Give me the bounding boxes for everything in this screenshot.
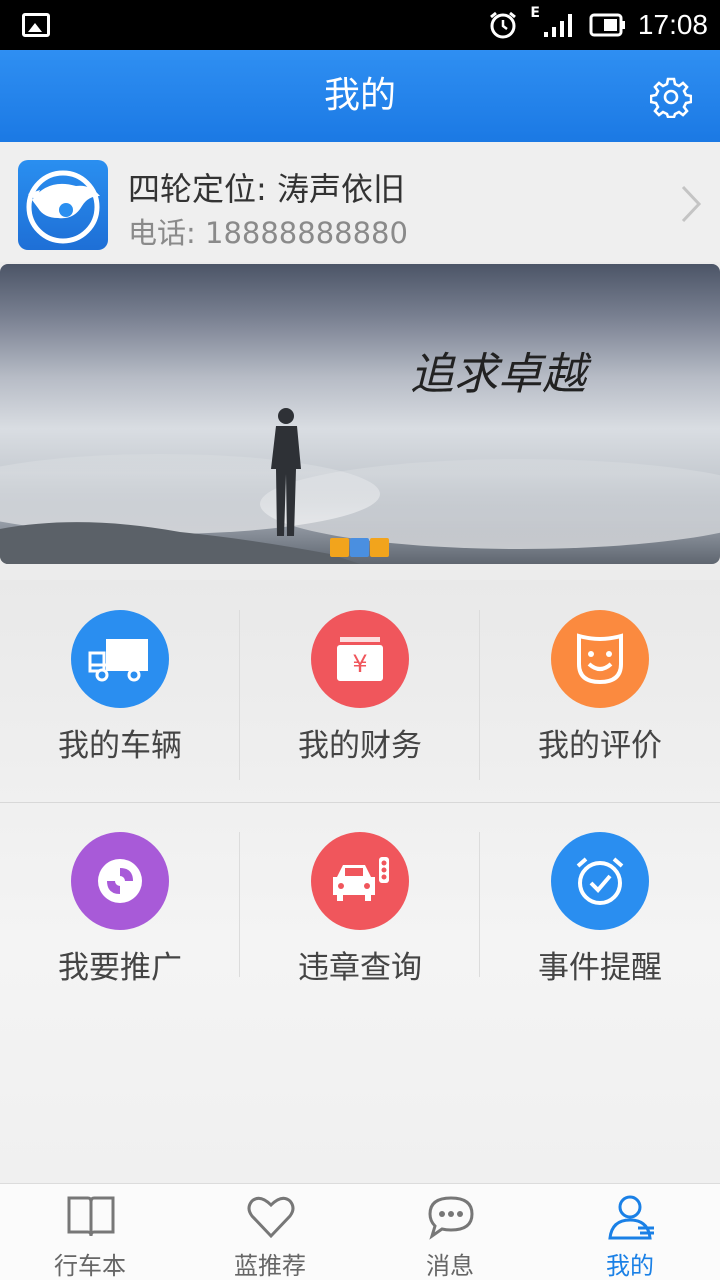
clock: 17:08 <box>637 9 708 40</box>
tab-messages[interactable]: 消息 <box>360 1184 540 1280</box>
page-title: 我的 <box>323 75 396 116</box>
menu-label: 我的财务 <box>298 728 422 764</box>
menu-promote[interactable]: 我要推广 <box>0 802 240 1024</box>
tab-label: 消息 <box>426 1252 474 1280</box>
tab-mine[interactable]: 我的 <box>540 1184 720 1280</box>
menu-my-vehicles[interactable]: 我的车辆 <box>0 580 240 802</box>
profile-name: 四轮定位: 涛声依旧 <box>128 170 405 208</box>
status-bar: E 17:08 <box>0 0 720 50</box>
menu-label: 我的评价 <box>538 728 662 764</box>
heart-icon <box>247 1196 295 1239</box>
gear-icon[interactable] <box>650 76 692 118</box>
bottom-nav: 行车本 蓝推荐 消息 我的 <box>0 1183 720 1280</box>
menu-violation-query[interactable]: 违章查询 <box>240 802 480 1024</box>
truck-icon <box>71 610 169 708</box>
menu-my-reviews[interactable]: 我的评价 <box>480 580 720 802</box>
tab-label: 行车本 <box>54 1252 126 1280</box>
book-icon <box>67 1196 115 1237</box>
chevron-right-icon <box>681 185 702 223</box>
avatar <box>18 160 108 250</box>
user-icon <box>608 1195 654 1240</box>
alarm-clock-icon <box>551 832 649 930</box>
svg-text:¥: ¥ <box>352 650 367 678</box>
menu-event-reminder[interactable]: 事件提醒 <box>480 802 720 1024</box>
network-type: E <box>530 5 540 21</box>
menu-label: 违章查询 <box>298 950 422 986</box>
gallery-icon <box>22 13 50 37</box>
menu-my-finance[interactable]: ¥ 我的财务 <box>240 580 480 802</box>
app-bar: 我的 <box>0 50 720 142</box>
chat-bubble-icon <box>428 1196 474 1240</box>
menu-label: 事件提醒 <box>538 950 662 986</box>
menu-label: 我的车辆 <box>58 728 182 764</box>
smile-face-icon <box>551 610 649 708</box>
profile-phone: 电话: 18888888880 <box>128 216 408 250</box>
alarm-icon <box>490 11 517 39</box>
tab-driving-log[interactable]: 行车本 <box>0 1184 180 1280</box>
menu-grid: 我的车辆 ¥ 我的财务 我的评价 我要推广 违章查询 事件提醒 <box>0 580 720 1183</box>
promo-banner[interactable]: 追求卓越 <box>0 264 720 564</box>
promote-icon <box>71 832 169 930</box>
banner-slogan: 追求卓越 <box>410 349 592 400</box>
battery-icon <box>589 13 625 37</box>
banner-slogan-art: 追求卓越 <box>410 349 592 400</box>
banner-page-indicator <box>330 538 389 557</box>
signal-icon <box>543 14 572 37</box>
menu-label: 我要推广 <box>58 950 182 986</box>
profile-card[interactable]: 四轮定位: 涛声依旧 电话: 18888888880 <box>0 142 720 262</box>
car-traffic-light-icon <box>311 832 409 930</box>
tab-label: 蓝推荐 <box>234 1252 306 1280</box>
tab-recommend[interactable]: 蓝推荐 <box>180 1184 360 1280</box>
wallet-icon: ¥ <box>311 610 409 708</box>
tab-label: 我的 <box>606 1252 654 1280</box>
